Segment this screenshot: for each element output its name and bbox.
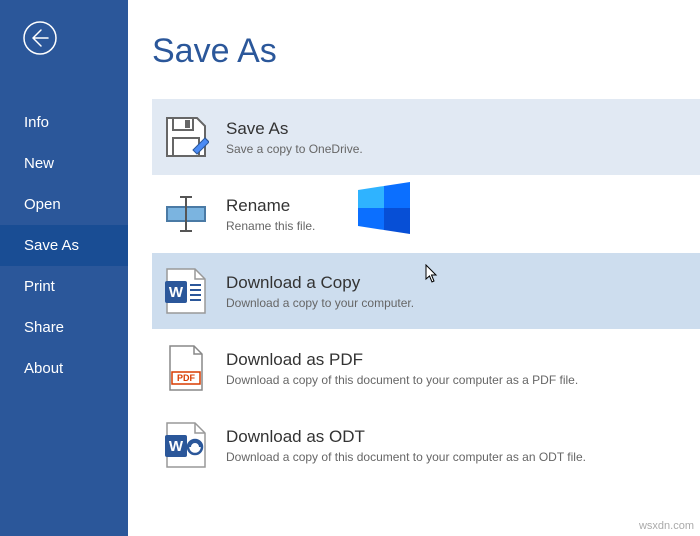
option-desc: Download a copy of this document to your…: [226, 373, 578, 387]
option-text: Save As Save a copy to OneDrive.: [226, 119, 363, 156]
svg-text:PDF: PDF: [177, 373, 196, 383]
sidebar-item-info[interactable]: Info: [0, 102, 128, 143]
option-text: Download a Copy Download a copy to your …: [226, 273, 414, 310]
main-panel: Save As Save As Save a copy to O: [128, 0, 700, 536]
option-save-as[interactable]: Save As Save a copy to OneDrive.: [152, 99, 700, 176]
watermark: wsxdn.com: [639, 520, 694, 532]
sidebar-item-label: Print: [24, 278, 55, 295]
option-title: Download a Copy: [226, 273, 414, 293]
option-text: Rename Rename this file.: [226, 196, 315, 233]
rename-icon: [162, 190, 210, 238]
sidebar-item-label: Save As: [24, 237, 79, 254]
pdf-icon: PDF: [162, 344, 210, 392]
sidebar-item-label: Share: [24, 319, 64, 336]
option-title: Download as PDF: [226, 350, 578, 370]
option-download-odt[interactable]: W Download as ODT Download a copy of thi…: [152, 407, 700, 484]
back-arrow-icon: [22, 20, 58, 56]
windows-logo-overlay-icon: [358, 182, 410, 234]
sidebar-item-share[interactable]: Share: [0, 307, 128, 348]
svg-text:W: W: [169, 438, 184, 455]
option-rename[interactable]: Rename Rename this file.: [152, 176, 700, 253]
option-title: Rename: [226, 196, 315, 216]
word-doc-icon: W: [162, 267, 210, 315]
sidebar-item-label: New: [24, 155, 54, 172]
option-download-pdf[interactable]: PDF Download as PDF Download a copy of t…: [152, 330, 700, 407]
svg-text:W: W: [169, 284, 184, 301]
option-desc: Save a copy to OneDrive.: [226, 142, 363, 156]
option-title: Download as ODT: [226, 427, 586, 447]
sidebar-item-new[interactable]: New: [0, 143, 128, 184]
sidebar-item-label: Open: [24, 196, 61, 213]
option-desc: Download a copy of this document to your…: [226, 450, 586, 464]
save-as-icon: [162, 113, 210, 161]
option-desc: Rename this file.: [226, 219, 315, 233]
sidebar-item-label: Info: [24, 114, 49, 131]
back-button[interactable]: [20, 18, 60, 58]
sidebar-item-save-as[interactable]: Save As: [0, 225, 128, 266]
mouse-cursor-icon: [425, 264, 439, 284]
sidebar-item-label: About: [24, 360, 63, 377]
option-text: Download as ODT Download a copy of this …: [226, 427, 586, 464]
option-list: Save As Save a copy to OneDrive. Rename …: [152, 99, 700, 484]
odt-icon: W: [162, 421, 210, 469]
sidebar-item-open[interactable]: Open: [0, 184, 128, 225]
option-text: Download as PDF Download a copy of this …: [226, 350, 578, 387]
sidebar-item-print[interactable]: Print: [0, 266, 128, 307]
option-title: Save As: [226, 119, 363, 139]
option-desc: Download a copy to your computer.: [226, 296, 414, 310]
sidebar: Info New Open Save As Print Share About: [0, 0, 128, 536]
page-title: Save As: [152, 32, 700, 71]
sidebar-item-about[interactable]: About: [0, 348, 128, 389]
